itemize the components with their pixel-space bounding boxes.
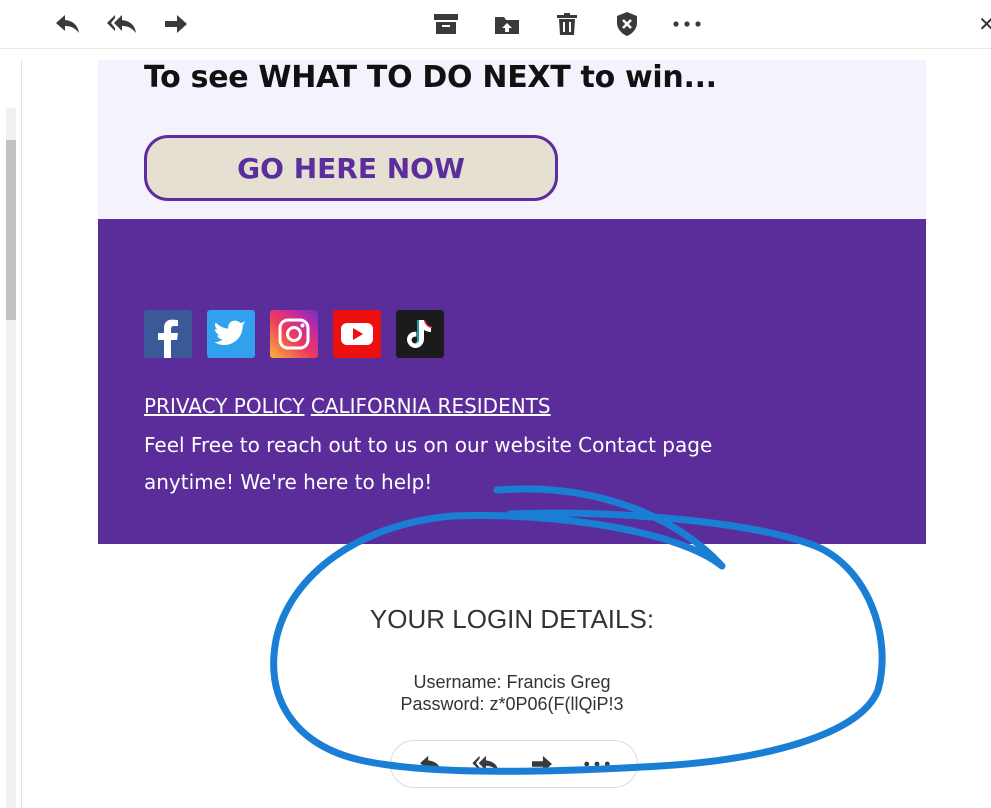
scrollbar-thumb[interactable] [6, 140, 16, 320]
password-line: Password: z*0P06(F(llQiP!3 [400, 694, 624, 714]
archive-icon[interactable] [430, 8, 462, 40]
email-footer: PRIVACY POLICY CALIFORNIA RESIDENTS Feel… [98, 219, 926, 544]
floating-action-bar [390, 740, 638, 788]
block-sender-icon[interactable] [611, 8, 643, 40]
login-heading: YOUR LOGIN DETAILS: [369, 604, 655, 634]
email-body: To see WHAT TO DO NEXT to win... GO HERE… [98, 60, 926, 544]
message-toolbar: ✕ [0, 0, 991, 49]
reply-all-icon[interactable] [471, 749, 501, 779]
youtube-icon[interactable] [333, 310, 381, 358]
instagram-icon[interactable] [270, 310, 318, 358]
social-links [144, 310, 444, 358]
twitter-icon[interactable] [207, 310, 255, 358]
privacy-policy-link[interactable]: PRIVACY POLICY [144, 394, 304, 418]
move-to-icon[interactable] [491, 8, 523, 40]
close-icon[interactable]: ✕ [978, 12, 991, 36]
footer-line: Feel Free to reach out to us on our webs… [144, 433, 713, 457]
footer-links: PRIVACY POLICY CALIFORNIA RESIDENTS [144, 394, 551, 418]
hero-section: To see WHAT TO DO NEXT to win... GO HERE… [98, 60, 926, 219]
hero-heading: To see WHAT TO DO NEXT to win... [144, 60, 717, 95]
reply-icon[interactable] [52, 8, 84, 40]
more-icon[interactable] [671, 8, 703, 40]
more-icon[interactable] [582, 749, 612, 779]
username-line: Username: Francis Greg [413, 672, 611, 692]
reply-all-icon[interactable] [106, 8, 138, 40]
left-scrollbar[interactable] [0, 60, 24, 808]
divider [21, 60, 22, 808]
go-here-now-button[interactable]: GO HERE NOW [144, 135, 558, 201]
california-residents-link[interactable]: CALIFORNIA RESIDENTS [311, 394, 551, 418]
login-details: YOUR LOGIN DETAILS: Username: Francis Gr… [270, 604, 754, 715]
forward-icon[interactable] [160, 8, 192, 40]
tiktok-icon[interactable] [396, 310, 444, 358]
footer-line: anytime! We're here to help! [144, 470, 433, 494]
footer-text: Feel Free to reach out to us on our webs… [144, 427, 784, 501]
facebook-icon[interactable] [144, 310, 192, 358]
reply-icon[interactable] [416, 749, 446, 779]
forward-icon[interactable] [527, 749, 557, 779]
delete-icon[interactable] [551, 8, 583, 40]
